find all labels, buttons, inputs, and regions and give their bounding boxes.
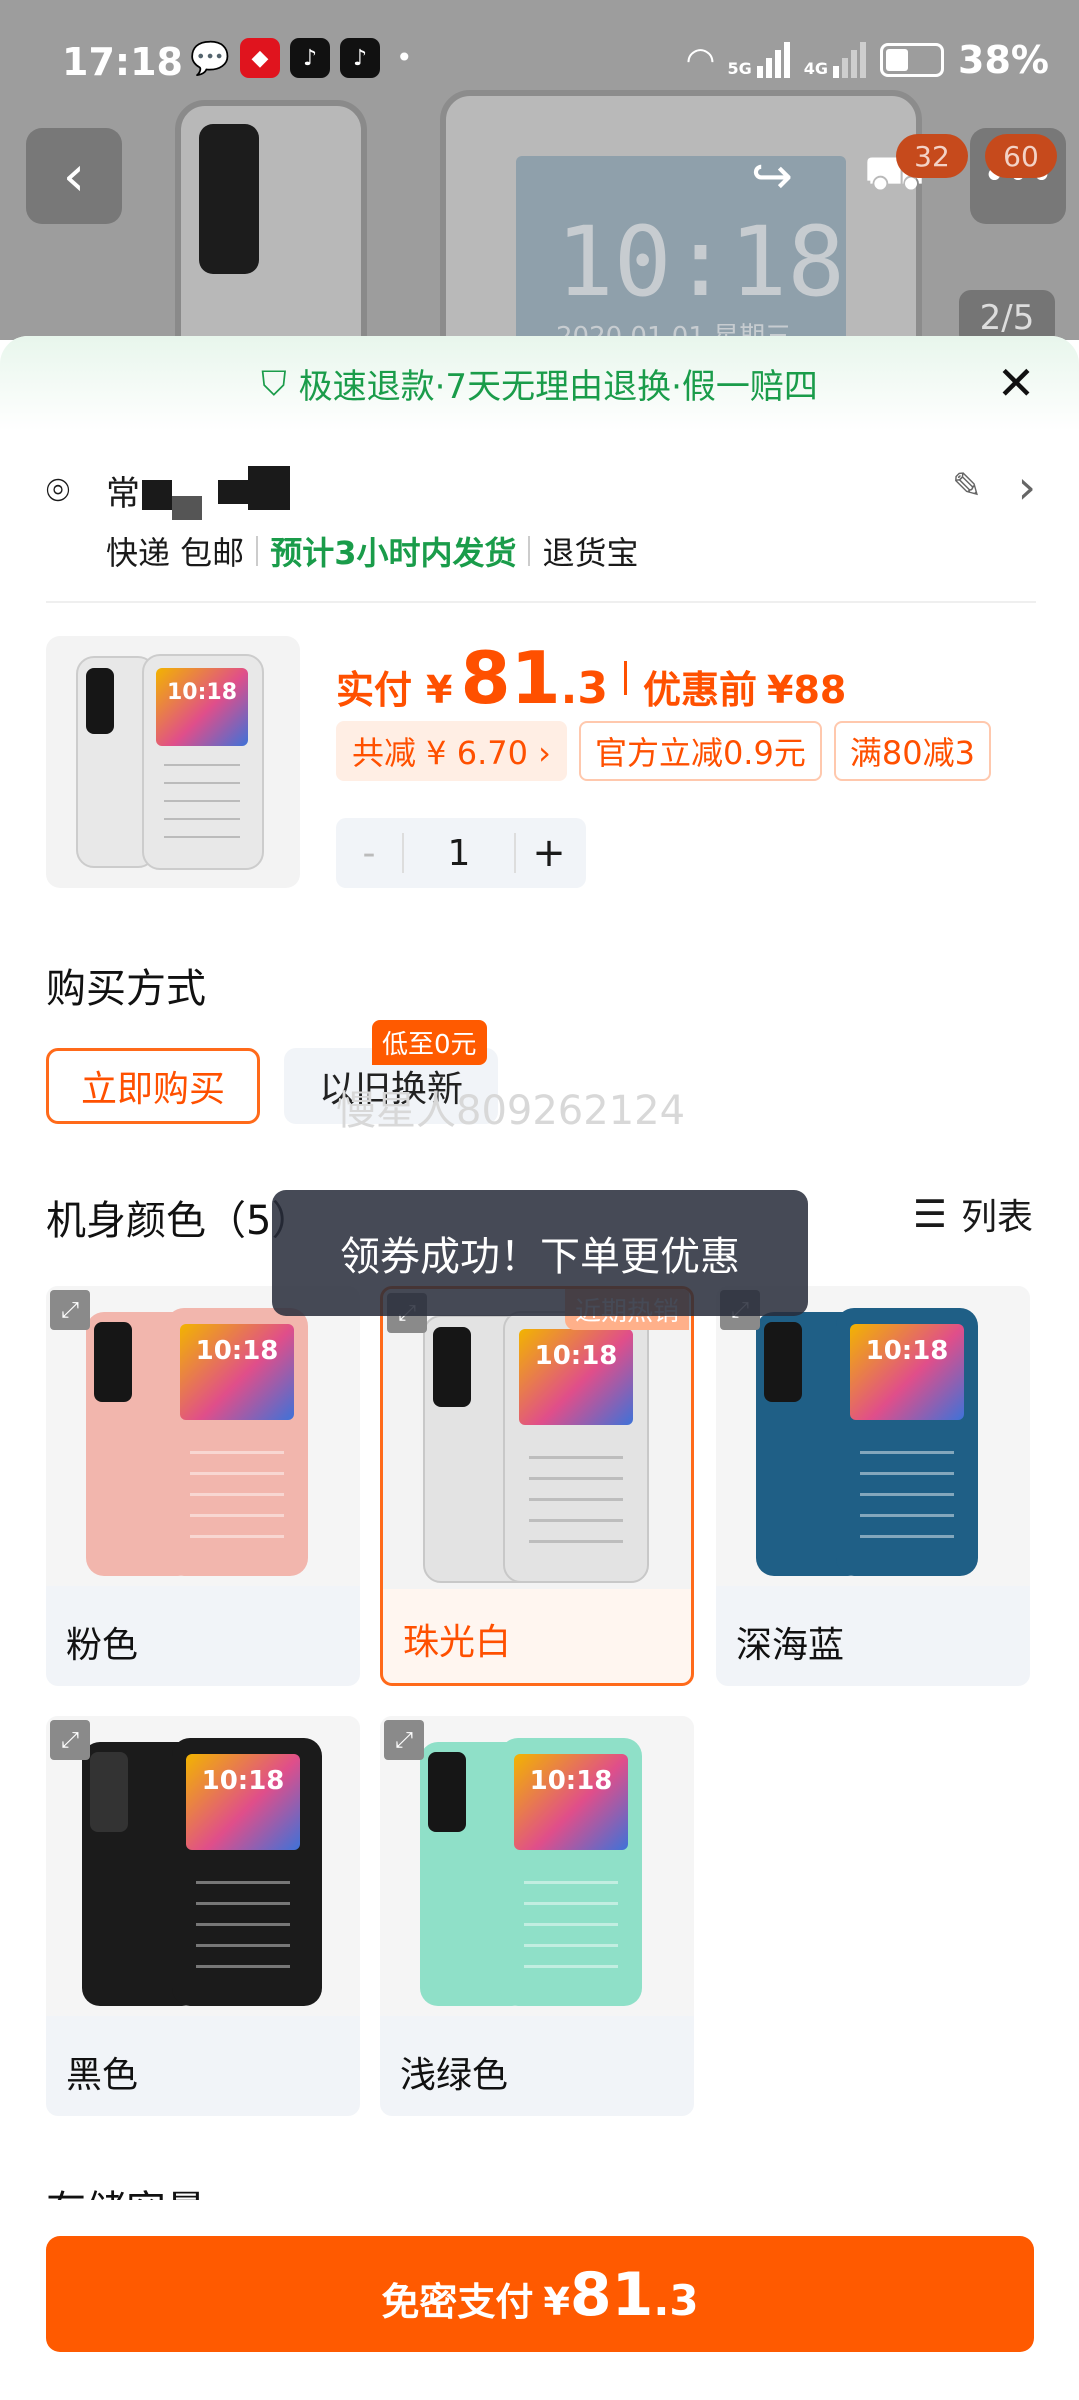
color-label: 深海蓝 — [736, 1625, 845, 1666]
original-price: ¥88 — [767, 668, 847, 712]
phone-front-image: 10:18 — [500, 1738, 642, 2006]
location-pin-icon: ⌾ — [46, 468, 70, 514]
purchase-method-title: 购买方式 — [46, 966, 206, 1012]
share-button[interactable]: ↪ — [724, 128, 820, 224]
phone-front-image: 10:18 — [836, 1308, 978, 1576]
color-option-black[interactable]: 10:18 ⤢ 黑色 — [46, 1716, 360, 2116]
expand-icon[interactable]: ⤢ — [384, 1720, 424, 1760]
color-label: 粉色 — [66, 1625, 139, 1666]
quantity-value[interactable]: 1 — [404, 833, 514, 874]
service-banner-text: 极速退款·7天无理由退换·假一赔四 — [298, 367, 818, 407]
color-label: 珠光白 — [403, 1622, 512, 1663]
divider — [46, 601, 1036, 603]
color-label: 浅绿色 — [400, 2055, 509, 2096]
price-label: 实付 — [336, 668, 413, 712]
pay-amount-integer: 81 — [569, 2260, 654, 2330]
back-button[interactable]: ‹ — [26, 128, 122, 224]
edit-icon[interactable]: ✎ — [952, 466, 982, 507]
battery-percent: 38% — [958, 38, 1049, 82]
quantity-stepper: - 1 + — [336, 818, 586, 888]
color-option-pink[interactable]: 10:18 ⤢ 粉色 — [46, 1286, 360, 1686]
discount-summary[interactable]: 共减 ¥ 6.70 › — [336, 721, 567, 781]
price-integer: 81 — [460, 636, 561, 720]
color-option-deep-blue[interactable]: 10:18 ⤢ 深海蓝 — [716, 1286, 1030, 1686]
phone-front-image: 10:18 — [172, 1738, 322, 2006]
wechat-icon: 💬 — [190, 39, 230, 77]
toast-message: 领券成功！下单更优惠 — [272, 1190, 808, 1316]
bottom-action-bar: 免密支付 ¥ 81 .3 — [0, 2200, 1079, 2400]
color-option-light-green[interactable]: 10:18 ⤢ 浅绿色 — [380, 1716, 694, 2116]
trade-in-tag: 低至0元 — [372, 1020, 487, 1065]
tiktok-icon: ♪ — [340, 38, 380, 78]
price-decimal: .3 — [560, 663, 609, 714]
signal-4g-icon: 4G — [804, 42, 867, 78]
list-view-toggle[interactable]: ☰ 列表 — [913, 1188, 1033, 1240]
increase-button[interactable]: + — [516, 830, 582, 876]
close-button[interactable]: ✕ — [991, 358, 1041, 408]
product-thumbnail[interactable]: 10:18 — [46, 636, 300, 888]
redaction-mask — [248, 466, 290, 510]
pay-button-label: 免密支付 — [381, 2280, 534, 2324]
chevron-right-icon[interactable]: › — [1018, 460, 1036, 514]
phone-front-image: 10:18 — [503, 1311, 649, 1583]
cart-count-badge: 32 — [896, 134, 968, 178]
douyin-icon: ♪ — [290, 38, 330, 78]
shipping-eta: 预计3小时内发货 — [270, 534, 517, 572]
wifi-icon: ◠ — [687, 40, 714, 80]
chevron-left-icon: ‹ — [62, 143, 86, 209]
phone-front-image: 10:18 — [166, 1308, 308, 1576]
app-notification-icon: ◆ — [240, 38, 280, 78]
coupon-threshold[interactable]: 满80减3 — [833, 721, 991, 781]
share-icon: ↪ — [751, 147, 793, 205]
color-label: 黑色 — [66, 2055, 139, 2096]
redaction-mask — [172, 496, 202, 520]
gallery-phone-back — [175, 100, 367, 340]
status-bar: 17:18 💬 ◆ ♪ ♪ • ◠ 5G 4G 38% — [0, 0, 1079, 125]
status-right: ◠ 5G 4G 38% — [687, 38, 1049, 82]
coupon-row: 共减 ¥ 6.70 › 官方立减0.9元 满80减3 — [336, 721, 991, 781]
more-notifications-icon: • — [396, 41, 413, 74]
delivery-info: 快递 包邮 预计3小时内发货 退货宝 — [106, 528, 638, 574]
status-time: 17:18 — [62, 40, 183, 84]
pay-amount-decimal: .3 — [653, 2276, 699, 2325]
address-row[interactable]: ⌾ 常 快递 包邮 预计3小时内发货 退货宝 ✎ › — [46, 460, 1036, 596]
watermark: 慢星人809262124 — [336, 1088, 686, 1134]
notification-icons: 💬 ◆ ♪ ♪ • — [190, 38, 413, 78]
thumbnail-phone-front: 10:18 — [142, 654, 264, 870]
original-price-label: 优惠前 — [643, 668, 758, 712]
price-row: 实付 ¥ 81 .3 优惠前 ¥88 — [336, 636, 846, 720]
redaction-mask — [218, 480, 248, 504]
close-icon: ✕ — [996, 356, 1036, 410]
recipient-name: 常 — [106, 474, 140, 514]
shield-check-icon: ⛉ — [261, 363, 287, 404]
pay-button[interactable]: 免密支付 ¥ 81 .3 — [46, 2236, 1034, 2352]
battery-icon — [880, 43, 945, 77]
buy-now-option[interactable]: 立即购买 — [46, 1048, 260, 1124]
coupon-official[interactable]: 官方立减0.9元 — [578, 721, 822, 781]
service-banner: ⛉ 极速退款·7天无理由退换·假一赔四 — [0, 336, 1079, 431]
color-option-pearl-white[interactable]: 10:18 近期热销 ⤢ 珠光白 — [380, 1286, 694, 1686]
signal-5g-icon: 5G — [728, 42, 790, 78]
list-icon: ☰ — [912, 1192, 947, 1236]
return-service: 退货宝 — [542, 534, 639, 572]
redaction-mask — [142, 480, 172, 510]
expand-icon[interactable]: ⤢ — [50, 1720, 90, 1760]
message-count-badge: 60 — [985, 134, 1057, 178]
decrease-button[interactable]: - — [336, 833, 402, 874]
expand-icon[interactable]: ⤢ — [50, 1290, 90, 1330]
sku-selection-sheet: ⛉ 极速退款·7天无理由退换·假一赔四 ✕ ⌾ 常 快递 包邮 预计3小时内发货… — [0, 336, 1079, 2400]
price-currency: ¥ — [426, 668, 453, 712]
